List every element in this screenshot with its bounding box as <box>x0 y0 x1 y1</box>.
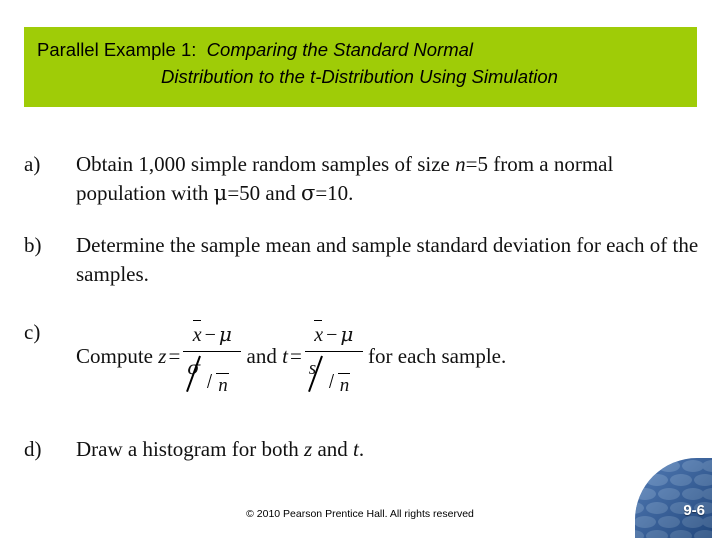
item-d-text-3: . <box>358 437 365 461</box>
formula-z-slanted-fraction: σ n <box>183 354 241 396</box>
item-d-var-z: z <box>304 437 313 461</box>
list-marker-d: d) <box>24 437 42 461</box>
formula-t-sqrt: n <box>329 370 350 400</box>
item-c-lead: Compute <box>76 343 153 368</box>
item-a-text-1: Obtain 1,000 simple random samples of si… <box>76 152 456 176</box>
formula-z-score: z= x−μ σ n <box>158 318 242 396</box>
list-item-d: d) Draw a histogram for both z and t. <box>24 435 704 464</box>
formula-z-numerator: x − μ <box>183 320 242 352</box>
slide-canvas: Parallel Example 1: Comparing the Standa… <box>0 0 720 540</box>
item-a-text-4: =10. <box>315 181 354 205</box>
item-a-var-n: n <box>455 152 466 176</box>
formula-t-xbar: x <box>314 320 323 350</box>
title-prefix: Parallel Example 1: <box>37 39 197 60</box>
list-body-b: Determine the sample mean and sample sta… <box>76 233 699 286</box>
item-a-text-3: =50 and <box>227 181 301 205</box>
item-d-text-2: and <box>312 437 354 461</box>
slide-title-banner: Parallel Example 1: Comparing the Standa… <box>24 27 697 107</box>
formula-z-xbar: x <box>192 320 202 350</box>
item-c-conjunction: and <box>246 343 277 368</box>
list-item-a: a) Obtain 1,000 simple random samples of… <box>24 150 704 208</box>
formula-t-fraction: x − μ s n <box>304 320 363 396</box>
sqrt-icon: n <box>329 370 350 400</box>
formula-z-sqrt: n <box>207 370 229 400</box>
list-marker-b: b) <box>24 233 42 257</box>
formula-z-equals: = <box>168 343 181 368</box>
list-body-a: Obtain 1,000 simple random samples of si… <box>76 150 706 208</box>
formula-t-numerator: x − μ <box>304 320 363 352</box>
item-a-symbol-sigma: σ <box>301 181 316 205</box>
formula-t-minus: − <box>326 324 338 346</box>
item-d-text-1: Draw a histogram for both <box>76 437 305 461</box>
sqrt-icon: n <box>207 370 229 400</box>
item-c-tail: for each sample. <box>368 343 507 368</box>
item-a-symbol-mu: μ <box>213 181 228 205</box>
page-number-badge: 9-6 <box>635 458 712 538</box>
title-italic-part-2: Distribution to the t-Distribution Using… <box>161 66 558 87</box>
slide-title-line-1: Parallel Example 1: Comparing the Standa… <box>33 36 697 63</box>
list-item-b: b) Determine the sample mean and sample … <box>24 231 704 289</box>
formula-t-lhs: t <box>282 343 288 368</box>
slide-title-line-2: Distribution to the t-Distribution Using… <box>33 63 697 90</box>
formula-t-slanted-fraction: s n <box>305 354 363 396</box>
formula-z-denominator: σ n <box>183 352 241 396</box>
badge-shading <box>635 458 712 538</box>
page-number-label: 9-6 <box>683 502 705 519</box>
formula-z-fraction: x−μ σ n <box>183 320 242 396</box>
formula-t-denominator: s n <box>305 352 363 396</box>
title-italic-part-1: Comparing the Standard Normal <box>206 39 473 60</box>
formula-t-score: t= x − μ s n <box>282 318 363 396</box>
list-marker-a: a) <box>24 152 41 176</box>
footer-copyright: © 2010 Pearson Prentice Hall. All rights… <box>246 508 474 520</box>
formula-z-minus: − <box>204 324 216 346</box>
list-marker-c: c) <box>24 320 41 344</box>
formula-z-lhs: z <box>158 343 167 368</box>
list-item-c: c) Compute z= x−μ σ n and t= <box>24 318 714 396</box>
list-body-d: Draw a histogram for both z and t. <box>76 435 706 464</box>
formula-z-mu: μ <box>218 322 232 346</box>
list-body-c: Compute z= x−μ σ n and t= x−μ <box>76 318 706 396</box>
formula-t-mu: μ <box>340 322 354 346</box>
formula-t-equals: = <box>289 343 302 368</box>
